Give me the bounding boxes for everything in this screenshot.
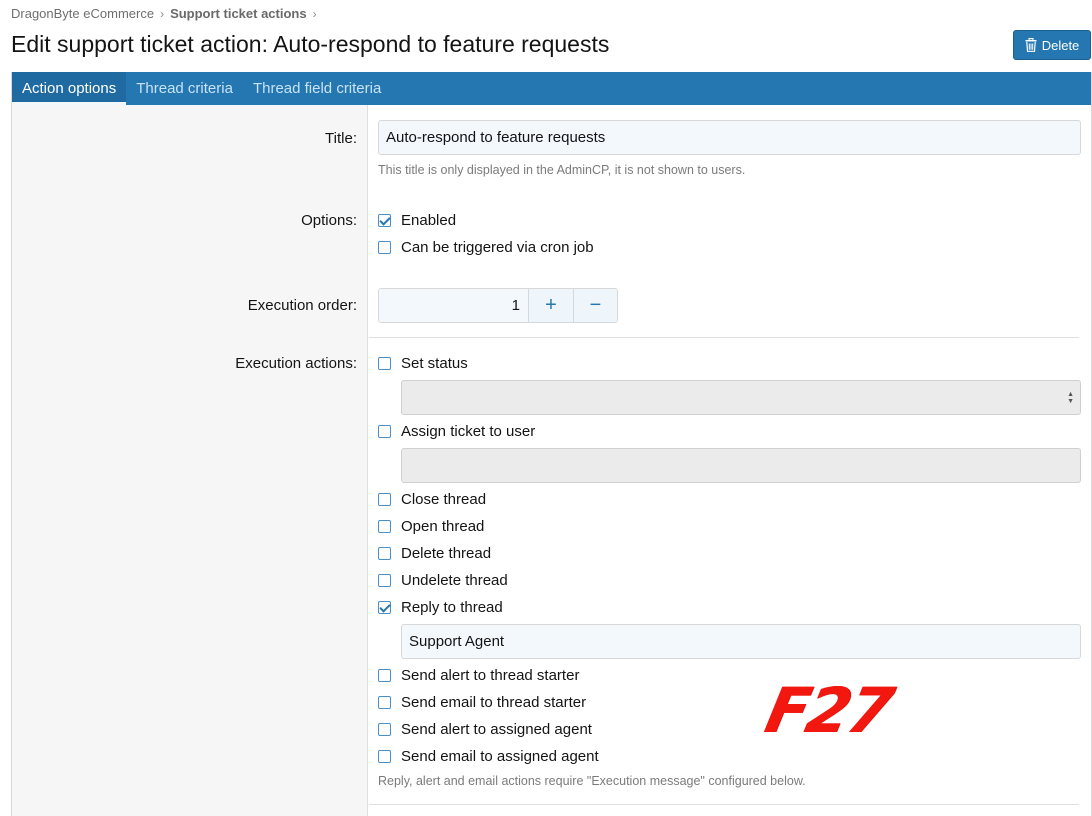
trash-icon (1025, 38, 1037, 52)
checkbox[interactable] (378, 241, 391, 254)
enabled-label: Enabled (401, 212, 457, 229)
delete-button-label: Delete (1041, 37, 1080, 53)
chevron-right-icon: › (160, 6, 165, 21)
close-thread-label: Close thread (401, 491, 487, 508)
checkbox[interactable] (378, 493, 391, 506)
form-content: Title: Auto-respond to feature requests … (12, 72, 1091, 816)
delete-thread-label: Delete thread (401, 545, 492, 562)
cron-job-checkbox[interactable]: Can be triggered via cron job (378, 239, 594, 256)
checkbox-checked[interactable] (378, 214, 391, 227)
open-thread-label: Open thread (401, 518, 485, 535)
decrement-button[interactable]: − (573, 289, 617, 322)
title-input-value: Auto-respond to feature requests (386, 129, 606, 146)
chevron-right-icon: › (312, 6, 317, 21)
alert-agent-checkbox[interactable]: Send alert to assigned agent (378, 721, 592, 738)
section-divider (369, 804, 1079, 805)
delete-thread-checkbox[interactable]: Delete thread (378, 545, 491, 562)
assign-ticket-checkbox[interactable]: Assign ticket to user (378, 423, 535, 440)
reply-user-value: Support Agent (409, 633, 505, 650)
undelete-thread-checkbox[interactable]: Undelete thread (378, 572, 508, 589)
execution-order-input[interactable]: 1 (379, 289, 529, 322)
close-thread-checkbox[interactable]: Close thread (378, 491, 486, 508)
assign-user-input[interactable] (401, 448, 1081, 483)
email-starter-checkbox[interactable]: Send email to thread starter (378, 694, 586, 711)
email-agent-checkbox[interactable]: Send email to assigned agent (378, 748, 599, 765)
title-input[interactable]: Auto-respond to feature requests (378, 120, 1081, 155)
delete-button[interactable]: Delete (1013, 30, 1091, 60)
status-select[interactable]: ▲ ▼ (401, 380, 1081, 415)
form-container: Action options Thread criteria Thread fi… (11, 72, 1092, 816)
execution-actions-label: Execution actions: (235, 355, 357, 372)
reply-thread-label: Reply to thread (401, 599, 503, 616)
execution-actions-hint: Reply, alert and email actions require "… (378, 774, 806, 788)
set-status-label: Set status (401, 355, 468, 372)
email-starter-label: Send email to thread starter (401, 694, 587, 711)
alert-starter-label: Send alert to thread starter (401, 667, 580, 684)
execution-order-stepper: 1 + − (378, 288, 618, 323)
checkbox[interactable] (378, 425, 391, 438)
checkbox[interactable] (378, 574, 391, 587)
cron-job-label: Can be triggered via cron job (401, 239, 594, 256)
checkbox-checked[interactable] (378, 601, 391, 614)
breadcrumb: DragonByte eCommerce › Support ticket ac… (11, 6, 323, 21)
checkbox[interactable] (378, 750, 391, 763)
checkbox[interactable] (378, 696, 391, 709)
email-agent-label: Send email to assigned agent (401, 748, 599, 765)
checkbox[interactable] (378, 547, 391, 560)
select-arrows-icon: ▲ ▼ (1067, 390, 1074, 405)
alert-starter-checkbox[interactable]: Send alert to thread starter (378, 667, 579, 684)
section-divider (369, 337, 1079, 338)
title-label: Title: (325, 130, 357, 147)
watermark-logo: F27 (759, 674, 898, 747)
execution-order-label: Execution order: (247, 297, 357, 314)
reply-thread-checkbox[interactable]: Reply to thread (378, 599, 503, 616)
reply-user-input[interactable]: Support Agent (401, 624, 1081, 659)
checkbox[interactable] (378, 520, 391, 533)
breadcrumb-item-support-ticket-actions[interactable]: Support ticket actions (170, 6, 307, 21)
alert-agent-label: Send alert to assigned agent (401, 721, 592, 738)
page-title: Edit support ticket action: Auto-respond… (11, 31, 610, 57)
undelete-thread-label: Undelete thread (401, 572, 508, 589)
checkbox[interactable] (378, 723, 391, 736)
title-hint: This title is only displayed in the Admi… (378, 163, 746, 177)
checkbox[interactable] (378, 357, 391, 370)
set-status-checkbox[interactable]: Set status (378, 355, 468, 372)
checkbox[interactable] (378, 669, 391, 682)
open-thread-checkbox[interactable]: Open thread (378, 518, 484, 535)
breadcrumb-item-dragonbyte-ecommerce[interactable]: DragonByte eCommerce (11, 6, 154, 21)
options-label: Options: (301, 212, 357, 229)
enabled-checkbox[interactable]: Enabled (378, 212, 456, 229)
assign-ticket-label: Assign ticket to user (401, 423, 536, 440)
increment-button[interactable]: + (529, 289, 573, 322)
